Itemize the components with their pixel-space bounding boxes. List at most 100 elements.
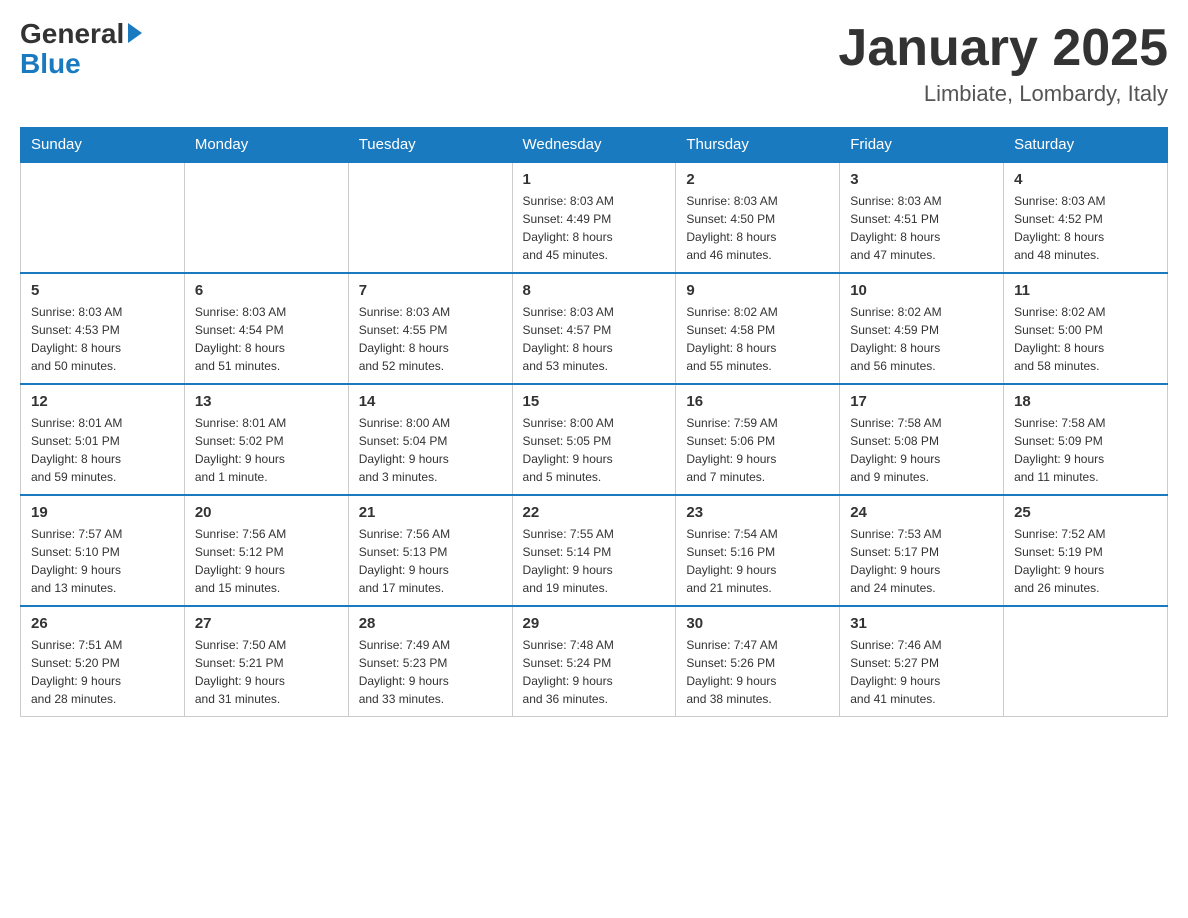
day-number: 21 bbox=[359, 504, 502, 521]
calendar-table: SundayMondayTuesdayWednesdayThursdayFrid… bbox=[20, 127, 1168, 717]
day-info: Sunrise: 7:50 AM Sunset: 5:21 PM Dayligh… bbox=[195, 636, 338, 708]
day-info: Sunrise: 7:52 AM Sunset: 5:19 PM Dayligh… bbox=[1014, 525, 1157, 597]
day-number: 1 bbox=[523, 171, 666, 188]
day-cell: 2 Sunrise: 8:03 AM Sunset: 4:50 PM Daylig… bbox=[676, 162, 840, 273]
week-row-5: 26 Sunrise: 7:51 AM Sunset: 5:20 PM Dayli… bbox=[21, 606, 1168, 717]
day-info: Sunrise: 8:02 AM Sunset: 4:58 PM Dayligh… bbox=[686, 303, 829, 375]
day-info: Sunrise: 8:01 AM Sunset: 5:02 PM Dayligh… bbox=[195, 414, 338, 486]
page-header: General Blue January 2025 Limbiate, Lomb… bbox=[20, 20, 1168, 107]
day-number: 16 bbox=[686, 393, 829, 410]
week-row-3: 12 Sunrise: 8:01 AM Sunset: 5:01 PM Dayli… bbox=[21, 384, 1168, 495]
day-number: 15 bbox=[523, 393, 666, 410]
day-cell: 21 Sunrise: 7:56 AM Sunset: 5:13 PM Dayli… bbox=[348, 495, 512, 606]
day-info: Sunrise: 7:54 AM Sunset: 5:16 PM Dayligh… bbox=[686, 525, 829, 597]
header-day-monday: Monday bbox=[184, 128, 348, 163]
day-cell: 26 Sunrise: 7:51 AM Sunset: 5:20 PM Dayli… bbox=[21, 606, 185, 717]
day-number: 2 bbox=[686, 171, 829, 188]
day-cell: 12 Sunrise: 8:01 AM Sunset: 5:01 PM Dayli… bbox=[21, 384, 185, 495]
day-cell: 29Sunrise: 7:48 AM Sunset: 5:24 PM Dayli… bbox=[512, 606, 676, 717]
day-info: Sunrise: 8:03 AM Sunset: 4:53 PM Dayligh… bbox=[31, 303, 174, 375]
day-cell bbox=[348, 162, 512, 273]
day-info: Sunrise: 7:47 AM Sunset: 5:26 PM Dayligh… bbox=[686, 636, 829, 708]
day-cell: 31 Sunrise: 7:46 AM Sunset: 5:27 PM Dayli… bbox=[840, 606, 1004, 717]
day-info: Sunrise: 8:00 AM Sunset: 5:05 PM Dayligh… bbox=[523, 414, 666, 486]
day-number: 20 bbox=[195, 504, 338, 521]
day-number: 3 bbox=[850, 171, 993, 188]
logo: General Blue bbox=[20, 20, 142, 80]
header-day-tuesday: Tuesday bbox=[348, 128, 512, 163]
day-cell: 6 Sunrise: 8:03 AM Sunset: 4:54 PM Daylig… bbox=[184, 273, 348, 384]
day-number: 26 bbox=[31, 615, 174, 632]
day-info: Sunrise: 8:00 AM Sunset: 5:04 PM Dayligh… bbox=[359, 414, 502, 486]
week-row-4: 19Sunrise: 7:57 AM Sunset: 5:10 PM Dayli… bbox=[21, 495, 1168, 606]
day-cell: 15 Sunrise: 8:00 AM Sunset: 5:05 PM Dayli… bbox=[512, 384, 676, 495]
day-number: 10 bbox=[850, 282, 993, 299]
day-info: Sunrise: 7:59 AM Sunset: 5:06 PM Dayligh… bbox=[686, 414, 829, 486]
day-number: 31 bbox=[850, 615, 993, 632]
day-info: Sunrise: 8:03 AM Sunset: 4:49 PM Dayligh… bbox=[523, 192, 666, 264]
week-row-2: 5 Sunrise: 8:03 AM Sunset: 4:53 PM Daylig… bbox=[21, 273, 1168, 384]
day-number: 23 bbox=[686, 504, 829, 521]
title-section: January 2025 Limbiate, Lombardy, Italy bbox=[838, 20, 1168, 107]
day-cell: 18 Sunrise: 7:58 AM Sunset: 5:09 PM Dayli… bbox=[1004, 384, 1168, 495]
day-number: 12 bbox=[31, 393, 174, 410]
day-number: 14 bbox=[359, 393, 502, 410]
day-number: 11 bbox=[1014, 282, 1157, 299]
day-info: Sunrise: 8:03 AM Sunset: 4:52 PM Dayligh… bbox=[1014, 192, 1157, 264]
day-cell bbox=[21, 162, 185, 273]
day-number: 6 bbox=[195, 282, 338, 299]
day-info: Sunrise: 7:58 AM Sunset: 5:09 PM Dayligh… bbox=[1014, 414, 1157, 486]
day-cell: 1 Sunrise: 8:03 AM Sunset: 4:49 PM Daylig… bbox=[512, 162, 676, 273]
day-number: 18 bbox=[1014, 393, 1157, 410]
week-row-1: 1 Sunrise: 8:03 AM Sunset: 4:49 PM Daylig… bbox=[21, 162, 1168, 273]
day-cell: 22Sunrise: 7:55 AM Sunset: 5:14 PM Dayli… bbox=[512, 495, 676, 606]
day-cell: 13 Sunrise: 8:01 AM Sunset: 5:02 PM Dayli… bbox=[184, 384, 348, 495]
day-cell: 27 Sunrise: 7:50 AM Sunset: 5:21 PM Dayli… bbox=[184, 606, 348, 717]
day-number: 8 bbox=[523, 282, 666, 299]
day-info: Sunrise: 8:02 AM Sunset: 5:00 PM Dayligh… bbox=[1014, 303, 1157, 375]
day-info: Sunrise: 7:46 AM Sunset: 5:27 PM Dayligh… bbox=[850, 636, 993, 708]
day-cell: 4 Sunrise: 8:03 AM Sunset: 4:52 PM Daylig… bbox=[1004, 162, 1168, 273]
header-day-saturday: Saturday bbox=[1004, 128, 1168, 163]
day-info: Sunrise: 8:03 AM Sunset: 4:57 PM Dayligh… bbox=[523, 303, 666, 375]
day-number: 7 bbox=[359, 282, 502, 299]
day-info: Sunrise: 7:56 AM Sunset: 5:13 PM Dayligh… bbox=[359, 525, 502, 597]
day-cell: 28Sunrise: 7:49 AM Sunset: 5:23 PM Dayli… bbox=[348, 606, 512, 717]
header-day-thursday: Thursday bbox=[676, 128, 840, 163]
header-day-friday: Friday bbox=[840, 128, 1004, 163]
day-cell: 17Sunrise: 7:58 AM Sunset: 5:08 PM Dayli… bbox=[840, 384, 1004, 495]
day-info: Sunrise: 8:01 AM Sunset: 5:01 PM Dayligh… bbox=[31, 414, 174, 486]
day-info: Sunrise: 7:57 AM Sunset: 5:10 PM Dayligh… bbox=[31, 525, 174, 597]
logo-general-text: General bbox=[20, 20, 142, 48]
day-cell: 16 Sunrise: 7:59 AM Sunset: 5:06 PM Dayli… bbox=[676, 384, 840, 495]
header-day-wednesday: Wednesday bbox=[512, 128, 676, 163]
day-info: Sunrise: 8:03 AM Sunset: 4:51 PM Dayligh… bbox=[850, 192, 993, 264]
month-title: January 2025 bbox=[838, 20, 1168, 77]
day-info: Sunrise: 8:03 AM Sunset: 4:50 PM Dayligh… bbox=[686, 192, 829, 264]
day-cell: 30 Sunrise: 7:47 AM Sunset: 5:26 PM Dayli… bbox=[676, 606, 840, 717]
day-number: 30 bbox=[686, 615, 829, 632]
day-info: Sunrise: 7:51 AM Sunset: 5:20 PM Dayligh… bbox=[31, 636, 174, 708]
day-cell: 20 Sunrise: 7:56 AM Sunset: 5:12 PM Dayli… bbox=[184, 495, 348, 606]
day-cell: 24Sunrise: 7:53 AM Sunset: 5:17 PM Dayli… bbox=[840, 495, 1004, 606]
day-cell: 10Sunrise: 8:02 AM Sunset: 4:59 PM Dayli… bbox=[840, 273, 1004, 384]
header-row: SundayMondayTuesdayWednesdayThursdayFrid… bbox=[21, 128, 1168, 163]
day-number: 29 bbox=[523, 615, 666, 632]
day-info: Sunrise: 8:03 AM Sunset: 4:54 PM Dayligh… bbox=[195, 303, 338, 375]
calendar-body: 1 Sunrise: 8:03 AM Sunset: 4:49 PM Daylig… bbox=[21, 162, 1168, 717]
day-info: Sunrise: 7:56 AM Sunset: 5:12 PM Dayligh… bbox=[195, 525, 338, 597]
day-number: 9 bbox=[686, 282, 829, 299]
day-info: Sunrise: 8:03 AM Sunset: 4:55 PM Dayligh… bbox=[359, 303, 502, 375]
day-number: 4 bbox=[1014, 171, 1157, 188]
day-cell: 23 Sunrise: 7:54 AM Sunset: 5:16 PM Dayli… bbox=[676, 495, 840, 606]
day-number: 13 bbox=[195, 393, 338, 410]
day-cell: 19Sunrise: 7:57 AM Sunset: 5:10 PM Dayli… bbox=[21, 495, 185, 606]
day-number: 22 bbox=[523, 504, 666, 521]
day-info: Sunrise: 7:58 AM Sunset: 5:08 PM Dayligh… bbox=[850, 414, 993, 486]
day-number: 27 bbox=[195, 615, 338, 632]
header-day-sunday: Sunday bbox=[21, 128, 185, 163]
day-info: Sunrise: 7:53 AM Sunset: 5:17 PM Dayligh… bbox=[850, 525, 993, 597]
day-number: 28 bbox=[359, 615, 502, 632]
day-cell: 7 Sunrise: 8:03 AM Sunset: 4:55 PM Daylig… bbox=[348, 273, 512, 384]
day-number: 5 bbox=[31, 282, 174, 299]
